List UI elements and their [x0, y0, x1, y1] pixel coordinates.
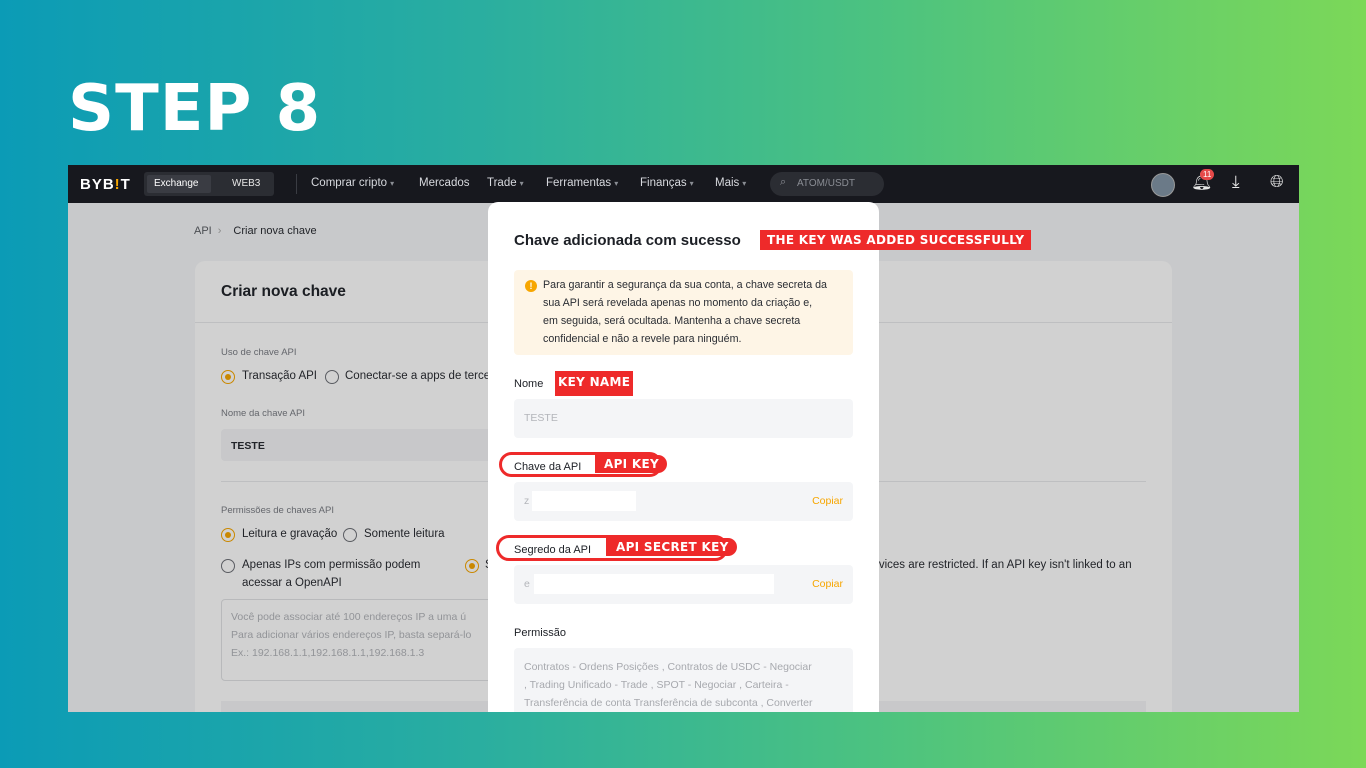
download-icon[interactable]: ⤓ [1232, 172, 1240, 192]
top-nav: BYB!T Exchange WEB3 Comprar cripto ▾ Merc… [68, 165, 1299, 203]
chevron-down-icon: ▾ [742, 179, 747, 188]
notification-badge: 11 [1200, 169, 1215, 180]
redaction-mask [534, 574, 774, 594]
redaction-mask [532, 491, 636, 511]
annotation-key-added: THE KEY WAS ADDED SUCCESSFULLY [760, 230, 1032, 250]
notice-line: sua API será revelada apenas no momento … [543, 297, 813, 309]
annotation-api-key: API KEY [595, 455, 668, 473]
nav-item-buy-crypto[interactable]: Comprar cripto ▾ [311, 177, 394, 189]
bybit-logo[interactable]: BYB!T [80, 176, 131, 193]
copy-api-key-button[interactable]: Copiar [812, 495, 843, 507]
chevron-down-icon: ▾ [689, 179, 694, 188]
exchange-web3-switch: Exchange WEB3 [144, 172, 274, 196]
api-key-field: z Copiar [514, 482, 853, 521]
annotation-api-secret: API SECRET KEY [606, 538, 737, 556]
api-key-value: z [524, 495, 530, 507]
warning-icon: ! [525, 280, 537, 292]
permission-line: , Trading Unificado - Trade , SPOT - Neg… [524, 679, 789, 691]
search-icon: ⌕ [780, 176, 787, 188]
chevron-down-icon: ▾ [390, 179, 395, 188]
modal-title: Chave adicionada com sucesso [514, 232, 741, 249]
market-search[interactable]: ⌕ ATOM/USDT [770, 172, 884, 196]
name-field: TESTE [514, 399, 853, 438]
nav-item-markets[interactable]: Mercados [419, 177, 470, 189]
nav-item-finance[interactable]: Finanças ▾ [640, 177, 694, 189]
segment-web3[interactable]: WEB3 [232, 178, 260, 189]
notice-line: confidencial e não a revele para ninguém… [543, 333, 742, 345]
step-title: STEP 8 [68, 72, 322, 146]
globe-icon[interactable]: 🌐︎ [1270, 172, 1284, 192]
api-secret-value: e [524, 578, 530, 590]
nav-item-tools[interactable]: Ferramentas ▾ [546, 177, 618, 189]
permission-line: Contratos - Ordens Posições , Contratos … [524, 661, 812, 673]
chevron-down-icon: ▾ [614, 179, 619, 188]
permission-list: Contratos - Ordens Posições , Contratos … [514, 648, 853, 712]
annotation-key-name: KEY NAME [555, 371, 634, 396]
screenshot-frame: API › Criar nova chave Criar nova chave Us… [68, 165, 1299, 712]
avatar[interactable] [1151, 173, 1175, 197]
permission-label: Permissão [514, 627, 566, 639]
nav-divider [296, 174, 297, 194]
nav-item-more[interactable]: Mais ▾ [715, 177, 746, 189]
segment-exchange[interactable]: Exchange [154, 178, 198, 189]
notice-line: Para garantir a segurança da sua conta, … [543, 279, 827, 291]
name-field-value: TESTE [524, 412, 558, 424]
api-secret-field: e Copiar [514, 565, 853, 604]
notice-line: em seguida, será ocultada. Mantenha a ch… [543, 315, 801, 327]
search-placeholder: ATOM/USDT [797, 178, 855, 189]
name-field-label: Nome [514, 378, 544, 390]
chevron-down-icon: ▾ [519, 179, 524, 188]
copy-api-secret-button[interactable]: Copiar [812, 578, 843, 590]
security-notice: ! Para garantir a segurança da sua conta… [514, 270, 853, 355]
nav-item-trade[interactable]: Trade ▾ [487, 177, 524, 189]
permission-line: Transferência de conta Transferência de … [524, 697, 813, 709]
